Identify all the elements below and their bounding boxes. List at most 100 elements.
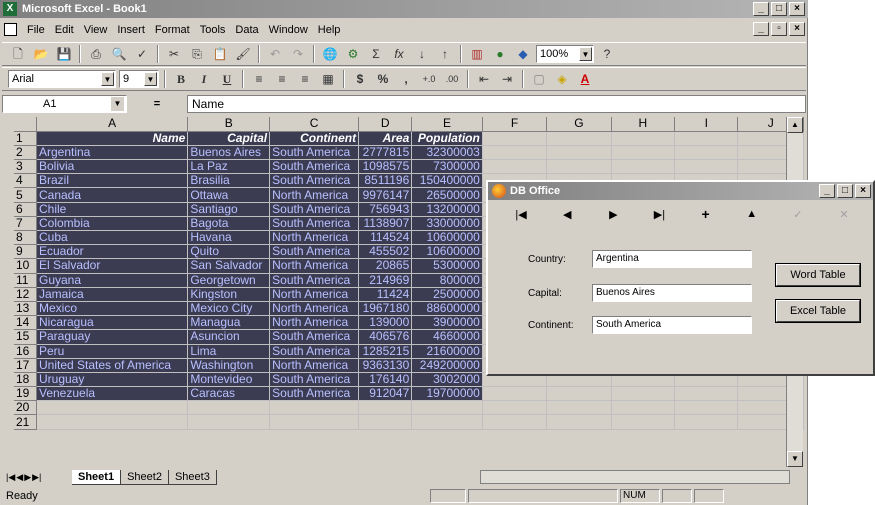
grid-cell[interactable]	[411, 400, 483, 416]
grid-cell[interactable]: South America	[269, 173, 360, 189]
sheet-tab-1[interactable]: Sheet1	[72, 469, 122, 485]
row-header[interactable]: 13	[14, 301, 37, 317]
next-sheet-icon[interactable]: ▶	[24, 472, 31, 483]
font-select[interactable]: Arial ▼	[8, 70, 116, 88]
row-header[interactable]: 18	[14, 372, 37, 388]
chevron-down-icon[interactable]: ▼	[111, 97, 124, 111]
grid-cell[interactable]: Venezuela	[36, 386, 189, 402]
grid-cell[interactable]: United States of America	[36, 358, 189, 373]
grid-cell[interactable]: Asuncion	[187, 329, 271, 345]
row-header[interactable]: 3	[14, 159, 37, 175]
grid-cell[interactable]: 756943	[358, 202, 413, 217]
grid-cell[interactable]: South America	[269, 216, 360, 232]
grid-cell[interactable]	[36, 400, 189, 416]
grid-cell[interactable]: Population	[411, 131, 483, 146]
grid-cell[interactable]: 406576	[358, 329, 413, 345]
doc-minimize-button[interactable]: _	[753, 22, 769, 36]
zoom-select[interactable]: 100% ▼	[536, 45, 594, 63]
grid-cell[interactable]	[482, 386, 548, 402]
grid-cell[interactable]: 33000000	[411, 216, 483, 232]
cut-icon[interactable]: ✂	[164, 44, 184, 64]
capital-input[interactable]: Buenos Aires	[592, 284, 752, 302]
grid-cell[interactable]	[674, 145, 739, 161]
row-header[interactable]: 1	[14, 131, 37, 146]
grid-cell[interactable]	[674, 159, 739, 175]
grid-cell[interactable]: Havana	[187, 230, 271, 246]
drawing-icon[interactable]: ◆	[513, 44, 533, 64]
grid-cell[interactable]	[674, 386, 739, 402]
grid-cell[interactable]	[611, 131, 676, 146]
menu-data[interactable]: Data	[230, 24, 263, 36]
db-close-button[interactable]: ×	[855, 184, 871, 198]
grid-cell[interactable]: 21600000	[411, 344, 483, 359]
grid-cell[interactable]: South America	[269, 145, 360, 161]
row-header[interactable]: 14	[14, 315, 37, 331]
grid-cell[interactable]: 88600000	[411, 301, 483, 317]
borders-icon[interactable]: ▢	[529, 69, 549, 89]
grid-cell[interactable]: Washington	[187, 358, 271, 373]
decrease-indent-icon[interactable]: ⇤	[474, 69, 494, 89]
grid-cell[interactable]: 249200000	[411, 358, 483, 373]
grid-cell[interactable]: 1138907	[358, 216, 413, 232]
prev-record-icon[interactable]: ◀	[557, 208, 577, 221]
menu-edit[interactable]: Edit	[50, 24, 79, 36]
hyperlink-icon[interactable]: 🌐	[320, 44, 340, 64]
grid-cell[interactable]	[611, 414, 676, 430]
grid-cell[interactable]: Brasilia	[187, 173, 271, 189]
grid-cell[interactable]: San Salvador	[187, 258, 271, 274]
grid-cell[interactable]: 3002000	[411, 372, 483, 388]
grid-cell[interactable]: 26500000	[411, 187, 483, 203]
grid-cell[interactable]: 5300000	[411, 258, 483, 274]
horizontal-scrollbar[interactable]	[480, 470, 790, 484]
row-header[interactable]: 11	[14, 273, 37, 288]
font-size-select[interactable]: 9 ▼	[119, 70, 159, 88]
grid-cell[interactable]: Ottawa	[187, 187, 271, 203]
grid-cell[interactable]: Capital	[187, 131, 271, 146]
percent-button[interactable]: %	[373, 69, 393, 89]
grid-cell[interactable]: Buenos Aires	[187, 145, 271, 161]
grid-cell[interactable]: South America	[269, 344, 360, 359]
bold-button[interactable]: B	[171, 69, 191, 89]
column-header[interactable]: D	[358, 117, 413, 132]
grid-cell[interactable]: 2777815	[358, 145, 413, 161]
help-icon[interactable]: ?	[597, 44, 617, 64]
grid-cell[interactable]	[269, 414, 360, 430]
grid-cell[interactable]: Name	[36, 131, 189, 146]
row-header[interactable]: 10	[14, 258, 37, 274]
row-header[interactable]: 9	[14, 244, 37, 260]
grid-cell[interactable]: 11424	[358, 287, 413, 302]
column-header[interactable]: B	[187, 117, 271, 132]
font-color-icon[interactable]: A	[575, 69, 595, 89]
chevron-down-icon[interactable]: ▼	[579, 47, 592, 61]
redo-icon[interactable]: ↷	[288, 44, 308, 64]
print-icon[interactable]: ⎙	[86, 44, 106, 64]
grid-cell[interactable]: North America	[269, 358, 360, 373]
grid-cell[interactable]	[611, 386, 676, 402]
grid-cell[interactable]: 114524	[358, 230, 413, 246]
column-header[interactable]: C	[269, 117, 360, 132]
grid-cell[interactable]: Montevideo	[187, 372, 271, 388]
print-preview-icon[interactable]: 🔍	[109, 44, 129, 64]
column-header[interactable]: A	[36, 117, 189, 132]
grid-cell[interactable]	[546, 131, 612, 146]
grid-cell[interactable]	[358, 400, 413, 416]
grid-cell[interactable]: Cuba	[36, 230, 189, 246]
grid-cell[interactable]	[482, 414, 548, 430]
excel-table-button[interactable]: Excel Table	[776, 300, 860, 322]
currency-button[interactable]: $	[350, 69, 370, 89]
grid-cell[interactable]: 13200000	[411, 202, 483, 217]
align-right-icon[interactable]: ≡	[295, 69, 315, 89]
grid-cell[interactable]: 150400000	[411, 173, 483, 189]
row-header[interactable]: 15	[14, 329, 37, 345]
grid-cell[interactable]: 4660000	[411, 329, 483, 345]
grid-cell[interactable]	[611, 145, 676, 161]
row-header[interactable]: 20	[14, 400, 37, 416]
grid-cell[interactable]: North America	[269, 287, 360, 302]
grid-cell[interactable]: Mexico City	[187, 301, 271, 317]
row-header[interactable]: 16	[14, 344, 37, 359]
grid-cell[interactable]: 7300000	[411, 159, 483, 175]
grid-cell[interactable]: Ecuador	[36, 244, 189, 260]
grid-cell[interactable]: 3900000	[411, 315, 483, 331]
sheet-tab-3[interactable]: Sheet3	[168, 469, 217, 485]
continent-input[interactable]: South America	[592, 316, 752, 334]
